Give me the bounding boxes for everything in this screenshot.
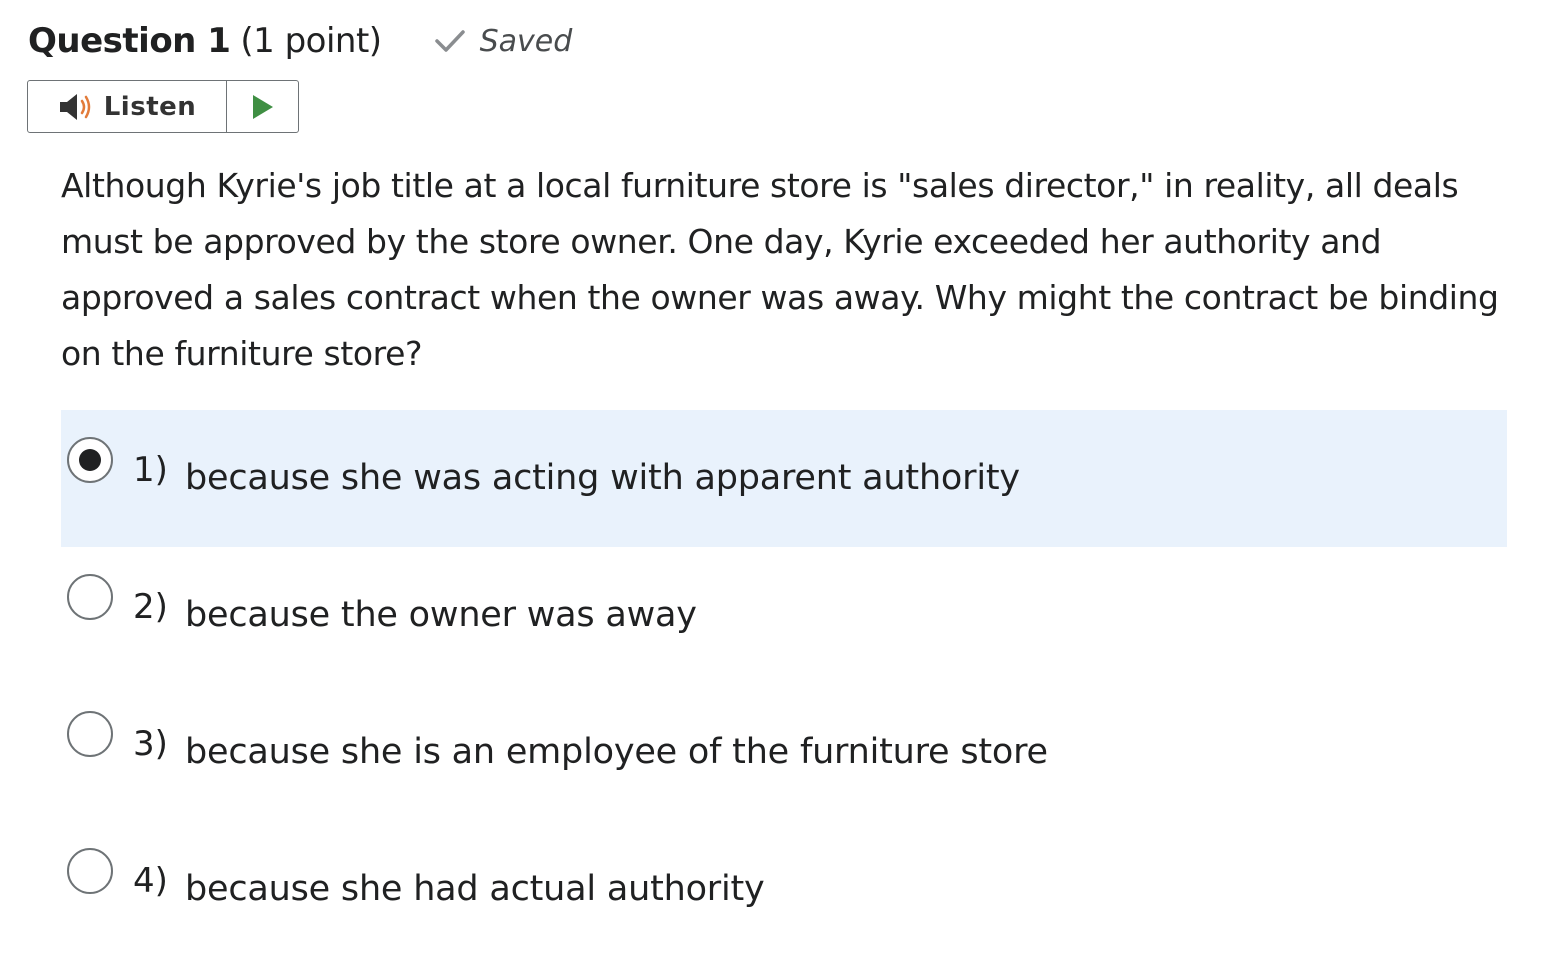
text-to-speech-widget: Listen [27,80,299,133]
play-button[interactable] [227,81,298,132]
radio-button[interactable] [67,848,113,894]
checkmark-icon [434,30,465,52]
answer-option-4[interactable]: 4) because she had actual authority [61,821,1507,958]
radio-button[interactable] [67,574,113,620]
question-title: Question 1 [28,21,231,61]
option-number: 2) [133,587,168,627]
answer-options: 1) because she was acting with apparent … [61,410,1507,958]
quiz-question: Question 1 (1 point) Saved Listen Althou… [0,0,1556,966]
play-icon [252,94,273,119]
answer-option-1[interactable]: 1) because she was acting with apparent … [61,410,1507,547]
listen-label: Listen [103,91,197,122]
question-points: (1 point) [240,21,382,61]
option-label: because she is an employee of the furnit… [185,732,1048,772]
listen-button[interactable]: Listen [28,81,227,132]
answer-option-2[interactable]: 2) because the owner was away [61,547,1507,684]
option-number: 4) [133,861,168,901]
save-status: Saved [434,23,573,59]
option-label: because she was acting with apparent aut… [185,458,1020,498]
option-label: because she had actual authority [185,869,765,909]
option-label: because the owner was away [185,595,697,635]
radio-selected-dot [79,449,101,471]
question-header: Question 1 (1 point) Saved [28,18,572,64]
save-status-label: Saved [479,23,573,59]
option-number: 3) [133,724,168,764]
speaker-icon [59,93,90,120]
radio-button[interactable] [67,711,113,757]
answer-option-3[interactable]: 3) because she is an employee of the fur… [61,684,1507,821]
question-text: Although Kyrie's job title at a local fu… [61,166,1499,373]
radio-button[interactable] [67,437,113,483]
option-number: 1) [133,450,168,490]
